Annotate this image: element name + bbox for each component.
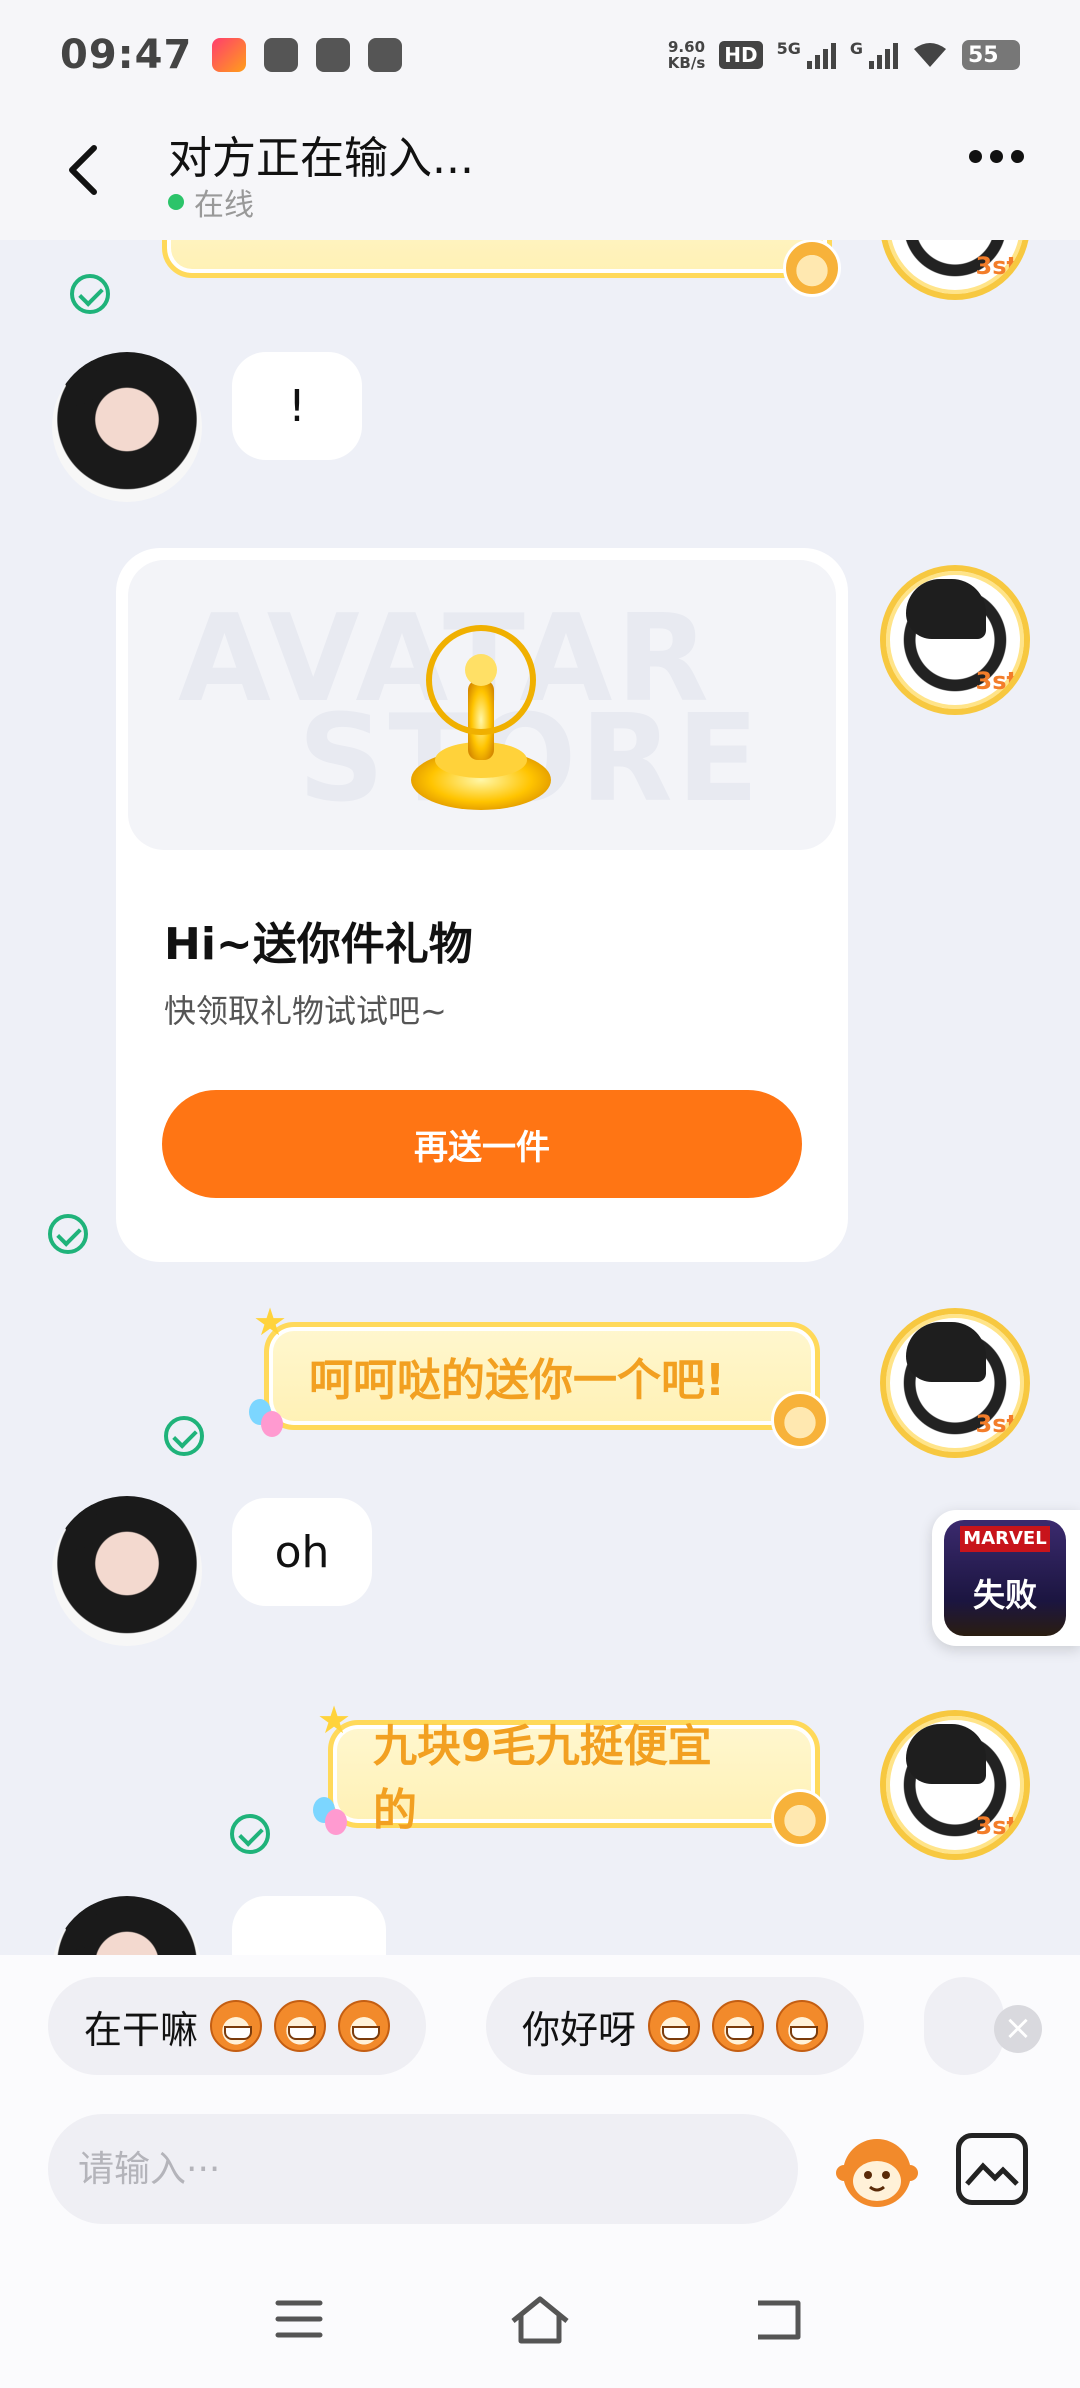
message-bubble-fancy[interactable]: ★ 九块9毛九挺便宜的 [313, 1701, 829, 1847]
network-5g-label: 5G [776, 39, 801, 58]
monkey-emoji-icon [712, 2000, 765, 2052]
avatar-me[interactable] [880, 240, 1030, 300]
emoji-button[interactable] [832, 2125, 922, 2215]
message-bubble[interactable]: ! [232, 352, 362, 460]
home-icon[interactable] [505, 2291, 575, 2347]
quick-reply-chip-partial[interactable] [924, 1977, 1004, 2075]
game-status-label: 失败 [972, 1576, 1037, 1614]
image-picker-button[interactable] [956, 2133, 1028, 2205]
signal-icon [806, 41, 836, 69]
read-check-icon [48, 1214, 88, 1254]
signal-icon-2 [869, 41, 898, 69]
quick-reply-label: 在干嘛 [84, 2007, 199, 2052]
gift-subtitle: 快领取礼物试试吧~ [164, 992, 447, 1030]
music-app-icon [368, 38, 403, 72]
status-bar: 09:47 9.60 KB/s HD 5G G 55 [0, 0, 1080, 110]
game-app-icon [264, 38, 299, 72]
quick-reply-chip[interactable]: 你好呀 [486, 1977, 865, 2075]
network-g-label: G [849, 39, 863, 58]
balloon-icon [313, 1797, 347, 1841]
chat-title: 对方正在输入... [168, 133, 474, 184]
input-bar [0, 2103, 1080, 2243]
quick-reply-chip[interactable]: 在干嘛 [48, 1977, 427, 2075]
read-check-icon [164, 1416, 204, 1456]
gift-image: AVATAR STORE [128, 560, 836, 850]
read-check-icon [230, 1814, 270, 1854]
gift-card[interactable]: AVATAR STORE Hi~送你件礼物 快领取礼物试试吧~ 再送一件 [116, 548, 848, 1262]
battery-icon: 55 [962, 40, 1020, 70]
mail-app-icon [316, 38, 351, 72]
avatar-me[interactable] [880, 565, 1030, 715]
message-input[interactable] [48, 2114, 798, 2224]
star-icon: ★ [253, 1300, 288, 1344]
wifi-icon [914, 43, 946, 67]
image-icon [965, 2162, 1019, 2186]
close-icon: × [1003, 2008, 1033, 2048]
close-quick-replies-button[interactable]: × [994, 2005, 1042, 2053]
message-text: oh [274, 1526, 330, 1578]
monkey-emoji-icon [776, 2000, 829, 2052]
star-icon: ★ [317, 1698, 352, 1742]
mascot-icon [771, 1789, 829, 1847]
more-dot-icon [969, 150, 982, 163]
message-text: ! [288, 380, 306, 432]
gift-title: Hi~送你件礼物 [164, 919, 473, 970]
message-text: 呵呵哒的送你一个吧! [309, 1355, 726, 1406]
status-app-icons [212, 38, 403, 72]
avatar-contact[interactable] [52, 1896, 202, 1955]
avatar-me[interactable] [880, 1710, 1030, 1860]
game-thumbnail: MARVEL 失败 [944, 1520, 1066, 1636]
hd-badge: HD [719, 41, 763, 69]
send-again-button[interactable]: 再送一件 [162, 1090, 802, 1198]
quick-replies-bar: 在干嘛 你好呀 × [0, 1955, 1080, 2103]
message-bubble-partial[interactable] [232, 1896, 386, 1955]
back-nav-icon[interactable] [746, 2291, 816, 2347]
avatar-me[interactable] [880, 1308, 1030, 1458]
online-status: 在线 [168, 180, 254, 224]
message-bubble[interactable]: oh [232, 1498, 372, 1606]
menu-icon[interactable] [264, 2291, 334, 2347]
online-dot-icon [168, 194, 184, 210]
monkey-emoji-icon [338, 2000, 391, 2052]
gift-trophy-icon [411, 625, 551, 810]
chevron-left-icon [69, 145, 97, 195]
message-bubble-fancy[interactable]: ★ 呵呵哒的送你一个吧! [249, 1303, 829, 1449]
floating-game-widget[interactable]: MARVEL 失败 [932, 1510, 1080, 1646]
system-navigation-bar [0, 2243, 1080, 2388]
monkey-emoji-icon [274, 2000, 327, 2052]
mascot-icon [783, 240, 841, 297]
avatar-contact[interactable] [52, 1496, 202, 1646]
monkey-emoji-icon [648, 2000, 701, 2052]
status-time: 09:47 [60, 32, 193, 78]
balloon-icon [249, 1399, 283, 1443]
message-bubble-partial [162, 240, 841, 297]
back-button[interactable] [60, 140, 110, 200]
chat-messages[interactable]: ! AVATAR STORE Hi~送你件礼物 [0, 240, 1080, 1955]
monkey-emoji-icon [210, 2000, 263, 2052]
avatar-contact[interactable] [52, 352, 202, 502]
video-app-icon [212, 38, 247, 72]
read-check-icon [70, 274, 110, 314]
more-options-button[interactable] [969, 150, 1024, 163]
network-speed: 9.60 KB/s [667, 38, 706, 72]
quick-reply-label: 你好呀 [522, 2007, 637, 2052]
mascot-icon [771, 1391, 829, 1449]
message-text: 九块9毛九挺便宜的 [373, 1721, 712, 1836]
marvel-logo: MARVEL [960, 1526, 1050, 1552]
chat-header: 对方正在输入... 在线 [0, 110, 1080, 240]
